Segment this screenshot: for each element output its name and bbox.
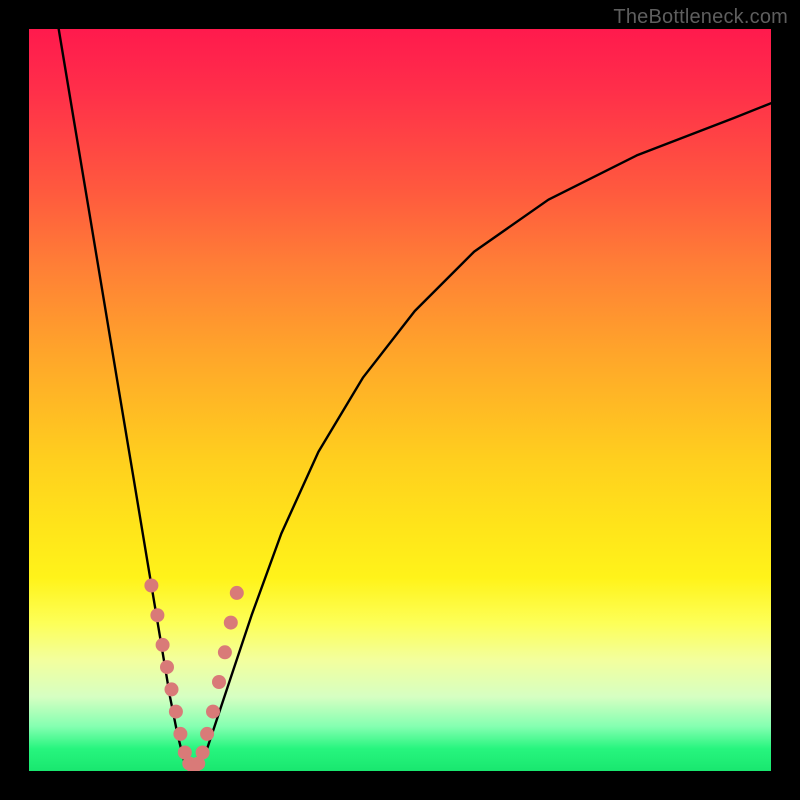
marker-dot (173, 727, 187, 741)
marker-dot (230, 586, 244, 600)
marker-dot (169, 705, 183, 719)
marker-dot (156, 638, 170, 652)
marker-dot (200, 727, 214, 741)
marker-dot (144, 579, 158, 593)
chart-frame: TheBottleneck.com (0, 0, 800, 800)
watermark-text: TheBottleneck.com (613, 6, 788, 29)
marker-dot (206, 705, 220, 719)
bottleneck-curve (29, 29, 771, 771)
marker-dot (212, 675, 226, 689)
marker-dot (150, 608, 164, 622)
marker-dot (160, 660, 174, 674)
plot-area (29, 29, 771, 771)
curve-path (59, 29, 771, 771)
marker-dot (224, 616, 238, 630)
marker-dot (218, 645, 232, 659)
marker-dot (165, 682, 179, 696)
marker-dot (196, 746, 210, 760)
